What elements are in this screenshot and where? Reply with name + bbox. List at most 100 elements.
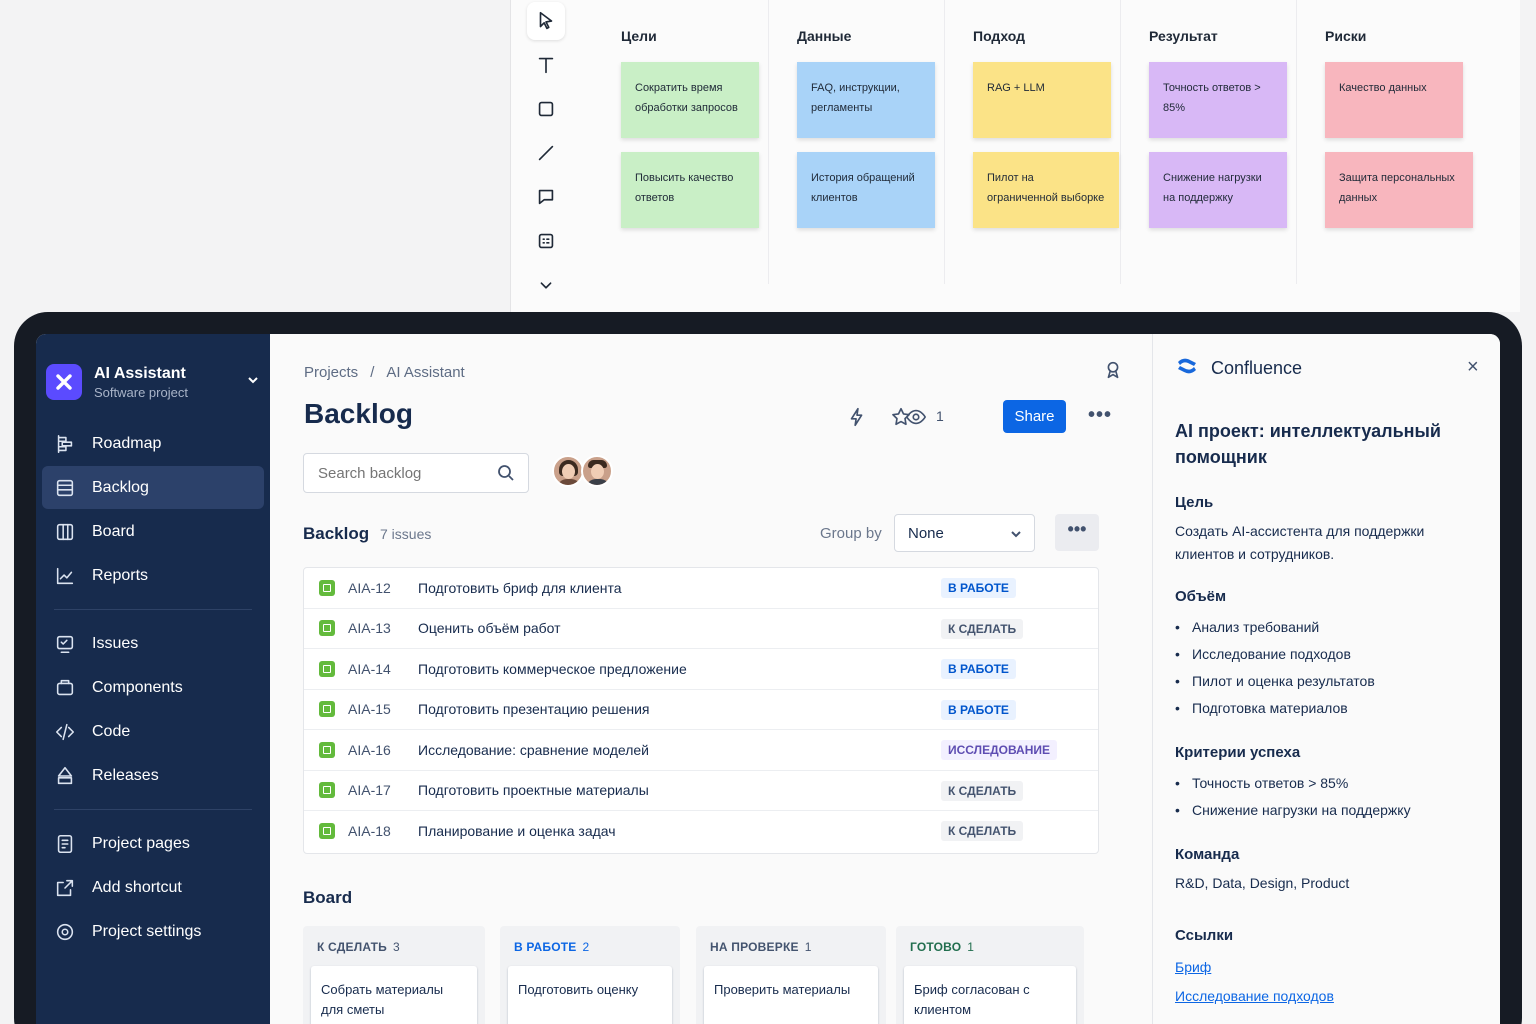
components-icon [56,679,74,695]
more-tools[interactable] [527,266,565,304]
issue-summary[interactable]: Оценить объём работ [418,620,561,636]
whiteboard-column: Подход RAG + LLM Пилот на ограниченной выб… [945,0,1121,284]
issue-summary[interactable]: Планирование и оценка задач [418,823,616,839]
sidebar-item-issues[interactable]: Issues [42,622,264,665]
board-card[interactable]: Бриф согласован с клиентом [904,966,1076,1024]
project-switcher[interactable]: AI Assistant Software project [36,334,270,410]
sidebar-item-roadmap[interactable]: Roadmap [42,422,264,465]
board-column: В РАБОТЕ 2 Подготовить оценку [500,926,680,1024]
issue-key[interactable]: AIA-17 [348,782,418,798]
status-badge[interactable]: К СДЕЛАТЬ [941,780,1024,801]
breadcrumb-projects[interactable]: Projects [304,364,358,381]
status-badge[interactable]: К СДЕЛАТЬ [941,821,1024,841]
sidebar-item-reports[interactable]: Reports [42,554,264,597]
sidebar-item-project-pages[interactable]: Project pages [42,822,264,865]
column-count: 1 [804,940,812,954]
issue-summary[interactable]: Подготовить коммерческое предложение [418,661,687,677]
board-card[interactable]: Подготовить оценку [508,966,672,1024]
sidebar-item-project-settings[interactable]: Project settings [42,910,264,953]
text-tool[interactable] [527,46,565,84]
confluence-link[interactable]: Бриф [1175,953,1475,982]
feedback-button[interactable] [1102,359,1124,386]
confluence-link[interactable]: Исследование подходов [1175,982,1475,1011]
whiteboard-column: Результат Точность ответов > 85% Снижение … [1121,0,1297,284]
sidebar-item-backlog[interactable]: Backlog [42,466,264,509]
sidebar-item-label: Releases [92,766,159,784]
sidebar-item-add-shortcut[interactable]: Add shortcut [42,866,264,909]
table-row[interactable]: AIA-15 Подготовить презентацию решения В Р… [304,690,1098,730]
sticky-note[interactable]: FAQ, инструкции, регламенты [797,62,935,138]
issue-key[interactable]: AIA-14 [348,661,418,677]
board-card[interactable]: Собрать материалы для сметы [311,966,477,1024]
whiteboard-canvas[interactable]: Цели Сократить время обработки запросов По… [510,0,1520,312]
sticky-note[interactable]: Качество данных [1325,62,1463,138]
avatar[interactable] [581,455,613,487]
issue-key[interactable]: AIA-18 [348,823,418,839]
status-badge[interactable]: В РАБОТЕ [941,578,1016,598]
issue-key[interactable]: AIA-12 [348,580,418,596]
sidebar-item-components[interactable]: Components [42,666,264,709]
sticky-note[interactable]: Точность ответов > 85% [1149,62,1287,138]
board-icon [56,523,74,540]
issue-key[interactable]: AIA-15 [348,701,418,717]
status-badge[interactable]: В РАБОТЕ [941,699,1016,720]
board-card[interactable]: Проверить материалы [704,966,878,1024]
table-row[interactable]: AIA-14 Подготовить коммерческое предложен… [304,649,1098,690]
group-by-select[interactable]: None [894,514,1035,552]
table-row[interactable]: AIA-13 Оценить объём работ К СДЕЛАТЬ [304,609,1098,649]
main-content: Projects / AI Assistant Backlog 1 Share ••… [270,334,1152,1024]
status-badge[interactable]: В РАБОТЕ [941,659,1016,679]
sticky-note[interactable]: Повысить качество ответов [621,152,759,228]
automation-button[interactable] [846,406,868,433]
table-row[interactable]: AIA-17 Подготовить проектные материалы К С… [304,771,1098,811]
sidebar-item-board[interactable]: Board [42,510,264,553]
column-name: ГОТОВО [910,940,962,954]
project-type: Software project [94,384,188,400]
status-badge[interactable]: ИССЛЕДОВАНИЕ [941,740,1057,760]
chevron-down-icon [248,376,258,383]
breadcrumb-project[interactable]: AI Assistant [386,364,464,381]
sticky-note[interactable]: Защита персональных данных [1325,152,1473,228]
backlog-title: Backlog [303,524,370,543]
line-tool[interactable] [527,134,565,172]
table-row[interactable]: AIA-18 Планирование и оценка задач К СДЕЛА… [304,811,1098,852]
page-title: Backlog [304,398,413,429]
sticky-note[interactable]: Сократить время обработки запросов [621,62,759,138]
backlog-more-button[interactable]: ••• [1055,514,1099,551]
issue-summary[interactable]: Подготовить проектные материалы [418,782,649,798]
close-panel-button[interactable]: × [1467,356,1479,379]
confluence-page-title: AI проект: интеллектуальный помощник [1175,421,1441,467]
sticky-note[interactable]: История обращений клиентов [797,152,935,228]
links-heading: Ссылки [1175,927,1234,944]
issue-summary[interactable]: Исследование: сравнение моделей [418,742,649,758]
sidebar-item-label: Issues [92,634,139,652]
status-badge[interactable]: К СДЕЛАТЬ [941,618,1024,639]
table-tool[interactable] [527,222,565,260]
pages-icon [57,834,73,853]
sidebar-item-code[interactable]: Code [42,710,264,753]
table-row[interactable]: AIA-12 Подготовить бриф для клиента В РАБО… [304,568,1098,609]
comment-tool[interactable] [527,178,565,216]
issue-key[interactable]: AIA-16 [348,742,418,758]
sticky-note[interactable]: Снижение нагрузки на поддержку [1149,152,1287,228]
sticky-note[interactable]: RAG + LLM [973,62,1111,138]
shape-tool[interactable] [527,90,565,128]
share-button[interactable]: Share [1003,400,1066,433]
table-row[interactable]: AIA-16 Исследование: сравнение моделей ИСС… [304,730,1098,771]
project-chevron[interactable] [246,373,260,392]
watch-button[interactable] [905,406,927,433]
story-icon [319,579,335,596]
sidebar-item-releases[interactable]: Releases [42,754,264,797]
lightning-icon [850,407,863,427]
issue-summary[interactable]: Подготовить бриф для клиента [418,580,622,596]
avatar[interactable] [552,455,584,487]
eye-icon [906,409,926,425]
select-tool[interactable] [527,2,565,40]
shortcut-icon [56,879,74,896]
issue-summary[interactable]: Подготовить презентацию решения [418,701,650,717]
more-actions-button[interactable]: ••• [1088,404,1112,427]
issue-key[interactable]: AIA-13 [348,620,418,636]
story-icon [319,620,335,637]
sticky-note[interactable]: Пилот на ограниченной выборке [973,152,1119,228]
chevron-down-icon [540,282,552,289]
